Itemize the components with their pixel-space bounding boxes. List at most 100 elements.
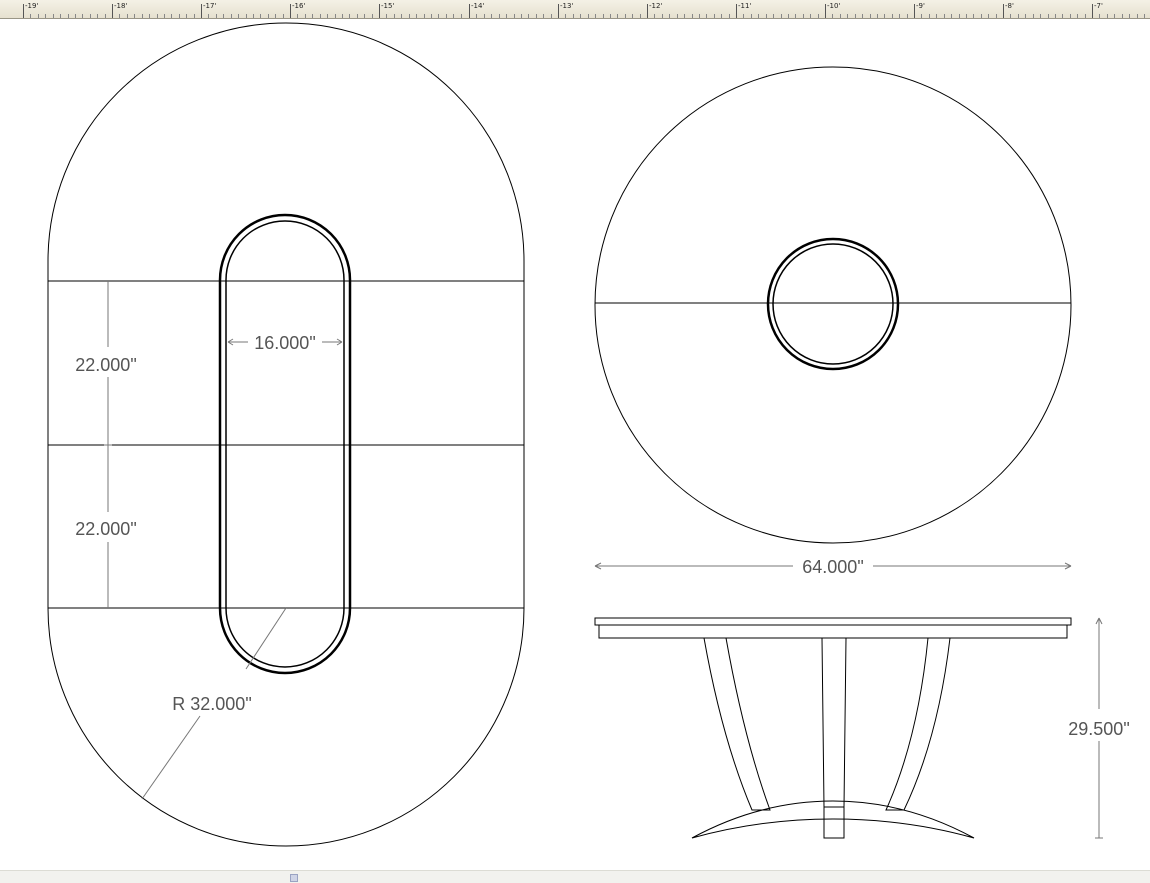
ruler-minor-tick <box>899 14 900 18</box>
ruler-major-tick <box>647 4 648 18</box>
dim-opening-width[interactable]: 16.000" <box>254 333 315 353</box>
ruler-major-tick <box>736 4 737 18</box>
ruler-minor-tick <box>588 14 589 18</box>
ruler-minor-tick <box>335 14 336 18</box>
ruler-minor-tick <box>573 14 574 18</box>
ruler-major-tick <box>1003 4 1004 18</box>
ruler-label: -12' <box>649 2 663 10</box>
ruler-major-tick <box>290 4 291 18</box>
horizontal-ruler[interactable]: -19' -18' -17' -16' -15' -14' -13' -12' -11' -10'… <box>0 0 1150 19</box>
ruler-minor-tick <box>438 14 439 18</box>
ruler-minor-tick <box>231 14 232 18</box>
ruler-label: -10' <box>827 2 841 10</box>
oval-table-top[interactable] <box>47 22 525 847</box>
ruler-minor-tick <box>1114 14 1115 18</box>
ruler-minor-tick <box>692 14 693 18</box>
ruler-minor-tick <box>1062 14 1063 18</box>
ruler-label: -13' <box>560 2 574 10</box>
dim-table-height[interactable]: 29.500" <box>1068 719 1129 739</box>
ruler-minor-tick <box>424 14 425 18</box>
ruler-minor-tick <box>446 14 447 18</box>
ruler-minor-tick <box>53 14 54 18</box>
ruler-minor-tick <box>521 14 522 18</box>
drawing-canvas[interactable]: 22.000" 22.000" 16.000" R 32.000" 64.000… <box>0 19 1150 870</box>
ruler-minor-tick <box>781 14 782 18</box>
ruler-minor-tick <box>640 14 641 18</box>
base-post <box>823 806 845 839</box>
ruler-minor-tick <box>164 14 165 18</box>
ruler-major-tick <box>914 4 915 18</box>
ruler-minor-tick <box>751 14 752 18</box>
ruler-minor-tick <box>981 14 982 18</box>
dim-top-section[interactable]: 22.000" <box>75 355 136 375</box>
ruler-label: -15' <box>381 2 395 10</box>
ruler-minor-tick <box>625 14 626 18</box>
leaf-dimensions[interactable] <box>104 281 112 608</box>
ruler-minor-tick <box>45 14 46 18</box>
ruler-label: -18' <box>114 2 128 10</box>
ruler-minor-tick <box>386 14 387 18</box>
ruler-minor-tick <box>929 14 930 18</box>
ruler-minor-tick <box>82 14 83 18</box>
ruler-minor-tick <box>208 14 209 18</box>
dim-round-diameter[interactable]: 64.000" <box>802 557 863 577</box>
opening-inner <box>225 220 345 668</box>
ruler-minor-tick <box>194 14 195 18</box>
ruler-minor-tick <box>1099 14 1100 18</box>
ruler-minor-tick <box>951 14 952 18</box>
table-apron <box>598 624 1068 639</box>
dim-end-radius[interactable]: R 32.000" <box>172 694 251 714</box>
ruler-minor-tick <box>1055 14 1056 18</box>
ruler-minor-tick <box>97 14 98 18</box>
ruler-label: -19' <box>25 2 39 10</box>
ruler-minor-tick <box>580 14 581 18</box>
table-top-edge <box>594 617 1072 626</box>
ruler-minor-tick <box>409 14 410 18</box>
ruler-minor-tick <box>543 14 544 18</box>
ruler-minor-tick <box>394 14 395 18</box>
ruler-minor-tick <box>186 14 187 18</box>
ruler-minor-tick <box>654 14 655 18</box>
round-table-top[interactable] <box>594 66 1072 544</box>
ruler-minor-tick <box>253 14 254 18</box>
ruler-minor-tick <box>1010 14 1011 18</box>
ruler-minor-tick <box>996 14 997 18</box>
ruler-major-tick <box>825 4 826 18</box>
ruler-minor-tick <box>729 14 730 18</box>
ruler-minor-tick <box>1018 14 1019 18</box>
ruler-minor-tick <box>669 14 670 18</box>
ruler-minor-tick <box>1122 14 1123 18</box>
ruler-minor-tick <box>90 14 91 18</box>
ruler-minor-tick <box>484 14 485 18</box>
ruler-minor-tick <box>714 14 715 18</box>
ruler-minor-tick <box>803 14 804 18</box>
opening-outer <box>218 213 352 675</box>
ruler-minor-tick <box>810 14 811 18</box>
ruler-minor-tick <box>973 14 974 18</box>
ruler-minor-tick <box>312 14 313 18</box>
ruler-minor-tick <box>877 14 878 18</box>
ruler-minor-tick <box>1144 14 1145 18</box>
ruler-minor-tick <box>832 14 833 18</box>
ruler-minor-tick <box>179 14 180 18</box>
dim-bottom-section[interactable]: 22.000" <box>75 519 136 539</box>
ruler-minor-tick <box>1025 14 1026 18</box>
ruler-label: -16' <box>292 2 306 10</box>
ruler-minor-tick <box>936 14 937 18</box>
ruler-minor-tick <box>476 14 477 18</box>
ruler-minor-tick <box>416 14 417 18</box>
ruler-minor-tick <box>595 14 596 18</box>
ruler-label: -14' <box>471 2 485 10</box>
ruler-minor-tick <box>684 14 685 18</box>
ruler-minor-tick <box>603 14 604 18</box>
ruler-minor-tick <box>610 14 611 18</box>
ruler-minor-tick <box>342 14 343 18</box>
ruler-minor-tick <box>297 14 298 18</box>
horizontal-scrollbar[interactable] <box>0 870 1150 883</box>
center-opening[interactable] <box>218 213 352 675</box>
ruler-minor-tick <box>988 14 989 18</box>
scrollbar-thumb[interactable] <box>290 874 298 882</box>
table-elevation[interactable] <box>594 617 1072 839</box>
ruler-minor-tick <box>788 14 789 18</box>
ruler-label: -9' <box>916 2 925 10</box>
